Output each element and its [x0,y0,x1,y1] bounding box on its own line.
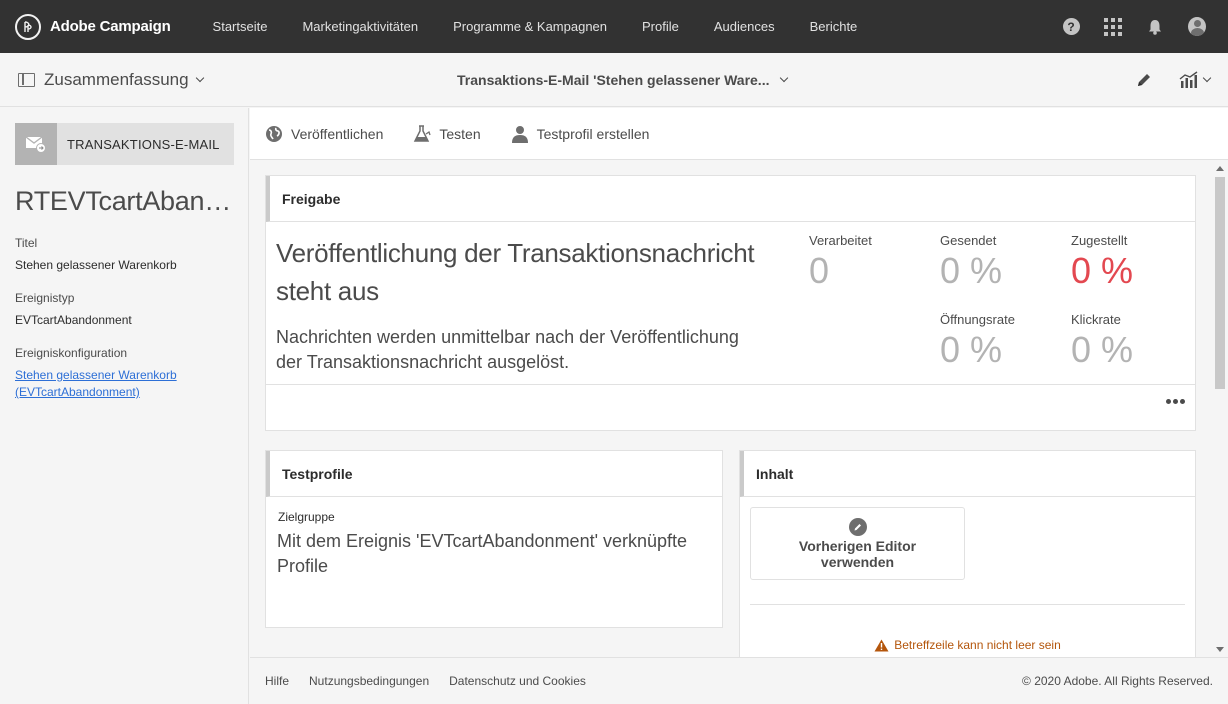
stat-value: 0 [809,250,830,291]
top-nav-tools: ? [1038,0,1206,53]
chevron-down-icon [780,73,789,83]
adobe-campaign-logo[interactable]: Adobe Campaign [15,13,171,40]
side-panel-icon [18,72,35,87]
app-name: Adobe Campaign [50,18,171,35]
transactional-email-icon [15,123,57,165]
stat-value: 0 % [940,250,1003,291]
titel-label: Titel [15,236,38,250]
context-bar: Zusammenfassung Transaktions-E-Mail 'Ste… [0,53,1228,107]
page-footer: Hilfe Nutzungsbedingungen Datenschutz un… [250,657,1228,704]
stat-klickrate: Klickrate 0 % [1071,312,1133,371]
stat-label: Verarbeitet [809,233,872,248]
zielgruppe-label: Zielgruppe [278,510,335,524]
stat-value: 0 % [1071,329,1134,370]
action-bar: Veröffentlichen Testen Testprofil erstel… [250,108,1228,160]
document-title: Transaktions-E-Mail 'Stehen gelassener W… [457,72,770,88]
stat-label: Klickrate [1071,312,1121,327]
copyright-text: © 2020 Adobe. All Rights Reserved. [1022,674,1213,688]
stat-label: Zugestellt [1071,233,1128,248]
context-bar-tools [1135,53,1212,107]
ereigniskonfiguration-label: Ereigniskonfiguration [15,346,128,360]
subject-warning: Betreffzeile kann nicht leer sein [740,638,1195,652]
document-title-dropdown[interactable]: Transaktions-E-Mail 'Stehen gelassener W… [457,53,789,107]
nav-audiences[interactable]: Audiences [714,19,775,34]
vertical-scrollbar[interactable] [1212,161,1228,657]
testprofile-header: Testprofile [266,451,722,497]
top-navigation-bar: Adobe Campaign Startseite Marketingaktiv… [0,0,1228,53]
freigabe-card: Freigabe Veröffentlichung der Transaktio… [265,175,1196,431]
warning-text: Betreffzeile kann nicht leer sein [894,638,1061,652]
stat-label: Öffnungsrate [940,312,1015,327]
nav-marketingaktivitaeten[interactable]: Marketingaktivitäten [302,19,418,34]
user-icon [511,125,529,143]
message-type-label: TRANSAKTIONS-E-MAIL [67,136,220,152]
warning-icon [874,639,889,652]
nav-berichte[interactable]: Berichte [810,19,858,34]
message-name: RTEVTcartAbandonment [15,186,240,216]
freigabe-header: Freigabe [266,176,1195,222]
inhalt-header: Inhalt [740,451,1195,497]
globe-icon [265,125,283,143]
titel-value: Stehen gelassener Warenkorb [15,258,177,272]
ereignistyp-value: EVTcartAbandonment [15,313,132,327]
stat-value: 0 % [1071,250,1134,291]
summary-label: Zusammenfassung [44,69,189,89]
test-label: Testen [439,125,481,142]
create-test-profile-label: Testprofil erstellen [536,125,650,142]
flask-icon [413,124,431,143]
use-previous-editor-label: Vorherigen Editor verwenden [798,537,917,570]
edit-pencil-icon[interactable] [1135,71,1153,89]
stat-gesendet: Gesendet 0 % [940,233,1002,292]
zielgruppe-value: Mit dem Ereignis 'EVTcartAbandonment' ve… [277,531,688,576]
publication-status: Veröffentlichung der Transaktionsnachric… [276,238,755,306]
stat-zugestellt: Zugestellt 0 % [1071,233,1133,292]
help-icon-glyph: ? [1062,18,1080,35]
chevron-down-icon [1202,73,1212,83]
publish-label: Veröffentlichen [291,125,384,142]
stat-verarbeitet: Verarbeitet 0 [809,233,872,292]
nav-programme-kampagnen[interactable]: Programme & Kampagnen [453,19,607,34]
user-avatar-icon[interactable] [1188,17,1206,36]
publication-description: Nachrichten werden unmittelbar nach der … [276,327,739,372]
footer-link-datenschutz[interactable]: Datenschutz und Cookies [449,674,586,688]
scroll-up-arrow-icon[interactable] [1216,166,1224,171]
nav-startseite[interactable]: Startseite [213,19,268,34]
main-content: Freigabe Veröffentlichung der Transaktio… [250,161,1212,657]
adobe-campaign-logo-icon [15,13,41,40]
message-type-badge: TRANSAKTIONS-E-MAIL [15,123,234,165]
freigabe-card-footer [266,384,1195,430]
bell-icon[interactable] [1146,18,1164,36]
scrollbar-thumb[interactable] [1215,177,1225,389]
testprofile-card: Testprofile Zielgruppe Mit dem Ereignis … [265,450,723,628]
test-button[interactable]: Testen [413,124,481,143]
ereignistyp-label: Ereignistyp [15,291,75,305]
create-test-profile-button[interactable]: Testprofil erstellen [511,125,650,143]
summary-dropdown[interactable]: Zusammenfassung [18,69,204,90]
footer-link-hilfe[interactable]: Hilfe [265,674,289,688]
apps-grid-icon[interactable] [1104,17,1122,36]
footer-link-nutzungsbedingungen[interactable]: Nutzungsbedingungen [309,674,429,688]
nav-profile[interactable]: Profile [642,19,679,34]
scroll-down-arrow-icon[interactable] [1216,647,1224,652]
main-menu: Startseite Marketingaktivitäten Programm… [213,19,893,34]
divider [750,604,1185,605]
stat-value: 0 % [940,329,1003,370]
report-chart-icon[interactable] [1179,71,1212,89]
help-icon[interactable]: ? [1062,18,1080,36]
inhalt-card: Inhalt Vorherigen Editor verwenden Betre… [739,450,1196,657]
ereigniskonfiguration-link[interactable]: Stehen gelassener Warenkorb (EVTcartAban… [15,367,235,401]
use-previous-editor-button[interactable]: Vorherigen Editor verwenden [750,507,965,580]
chevron-down-icon [195,73,204,82]
summary-sidebar: TRANSAKTIONS-E-MAIL RTEVTcartAbandonment… [0,108,249,704]
publish-button[interactable]: Veröffentlichen [265,125,383,143]
stat-oeffnungsrate: Öffnungsrate 0 % [940,312,1015,371]
pencil-icon [848,517,867,536]
more-options-icon[interactable] [1164,399,1185,404]
stat-label: Gesendet [940,233,997,248]
